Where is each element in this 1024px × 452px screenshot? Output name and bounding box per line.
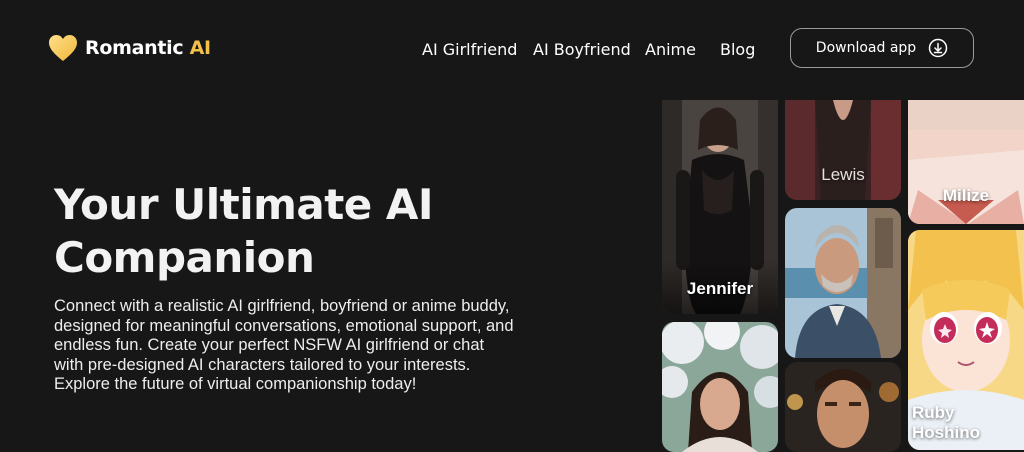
character-portrait xyxy=(662,322,778,452)
nav-blog[interactable]: Blog xyxy=(720,40,755,59)
character-card-milize[interactable]: Milize xyxy=(908,100,1024,224)
hero-description: Connect with a realistic AI girlfriend, … xyxy=(54,297,514,393)
hero-title-line-1: Your Ultimate AI xyxy=(54,180,434,229)
character-name: Ruby Hoshino xyxy=(912,403,980,442)
brand-name: Romantic AI xyxy=(85,37,211,59)
character-portrait xyxy=(785,100,901,200)
download-app-button[interactable]: Download app xyxy=(790,28,974,68)
character-card-woman[interactable] xyxy=(662,322,778,452)
brand-logo[interactable]: Romantic AI xyxy=(47,32,211,64)
character-name: Milize xyxy=(942,186,990,205)
download-icon xyxy=(928,38,948,58)
character-name: Jennifer xyxy=(686,279,754,298)
character-card-man[interactable] xyxy=(785,208,901,358)
hero-title: Your Ultimate AI Companion xyxy=(54,178,524,284)
hero-title-line-2: Companion xyxy=(54,233,315,282)
character-card-lewis[interactable]: Lewis xyxy=(785,100,901,200)
character-card-jennifer[interactable]: Jennifer xyxy=(662,100,778,314)
character-portrait xyxy=(785,208,901,358)
brand-accent: AI xyxy=(189,37,211,59)
heart-logo-icon xyxy=(49,35,77,61)
character-card-ruby-hoshino[interactable]: Ruby Hoshino xyxy=(908,230,1024,450)
character-name: Lewis xyxy=(821,165,865,184)
nav-anime[interactable]: Anime xyxy=(645,40,696,59)
nav-ai-girlfriend[interactable]: AI Girlfriend xyxy=(422,40,517,59)
download-app-label: Download app xyxy=(815,40,917,56)
nav-ai-boyfriend[interactable]: AI Boyfriend xyxy=(533,40,631,59)
